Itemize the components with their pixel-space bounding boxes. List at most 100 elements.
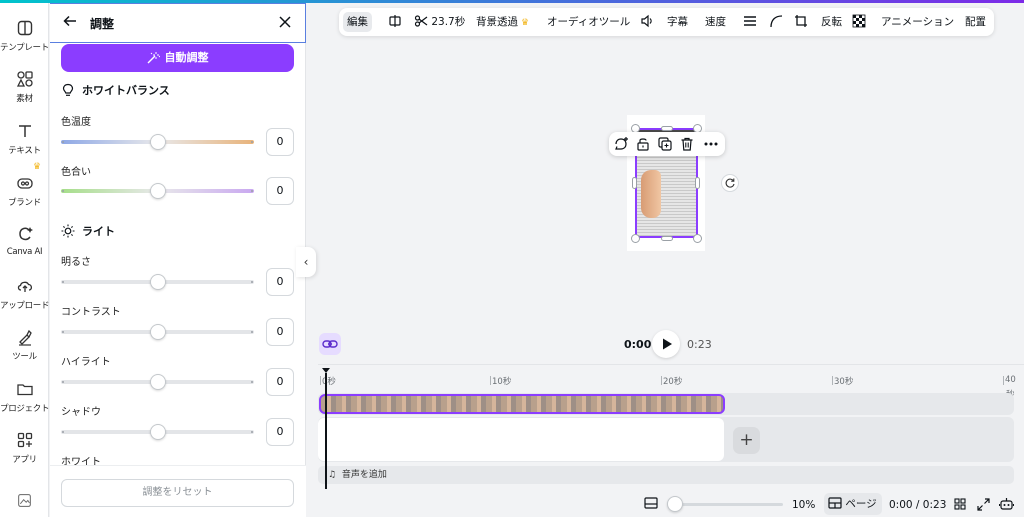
elements-icon (16, 71, 33, 87)
border-style-button[interactable] (743, 12, 757, 32)
white-balance-label: ホワイトバランス (82, 84, 170, 97)
resize-handle[interactable] (695, 177, 700, 189)
more-options-icon[interactable] (703, 136, 719, 152)
back-arrow-icon[interactable] (62, 13, 78, 29)
split-icon (389, 15, 401, 27)
ruler-tick (320, 376, 321, 385)
crop-button[interactable] (794, 12, 808, 32)
temperature-value[interactable]: 0 (266, 128, 294, 156)
resize-handle[interactable] (661, 126, 673, 131)
rail-label: アップロード (0, 301, 50, 311)
close-icon[interactable] (278, 15, 292, 29)
zoom-level: 10% (792, 499, 816, 511)
temperature-slider-knob[interactable] (149, 134, 166, 150)
resize-handle[interactable] (632, 177, 637, 189)
brightness-value[interactable]: 0 (266, 268, 294, 296)
rail-item-upload[interactable]: アップロード (0, 277, 50, 311)
plus-icon: + (739, 430, 754, 450)
resize-handle[interactable] (631, 234, 640, 243)
trash-icon[interactable] (679, 136, 695, 152)
image-icon (18, 494, 31, 507)
pages-icon (828, 497, 842, 509)
contrast-value[interactable]: 0 (266, 318, 294, 346)
rail-item-apps[interactable]: アプリ (0, 431, 49, 465)
add-audio-row[interactable]: ♫ 音声を追加 (318, 466, 1014, 484)
trim-button[interactable]: 23.7秒 (414, 12, 465, 32)
rail-item-elements[interactable]: 素材 (0, 70, 49, 104)
audio-tools-button[interactable]: オーディオツール (547, 12, 630, 32)
pages-label: ページ (845, 498, 877, 510)
crop-icon (795, 15, 807, 27)
captions-button[interactable]: 字幕 (667, 12, 688, 32)
tools-icon (18, 329, 32, 346)
transparency-icon (852, 14, 866, 28)
bulb-icon (62, 83, 74, 96)
rail-item-projects[interactable]: プロジェクト (0, 380, 50, 414)
rail-label: ブランド (8, 198, 41, 208)
rail-item-text[interactable]: テキスト (0, 122, 49, 156)
link-clips-button[interactable] (319, 333, 341, 355)
rail-label: Canva AI (6, 247, 43, 257)
position-button[interactable]: 配置 (965, 12, 986, 32)
grid-view-button[interactable] (954, 498, 966, 513)
corner-rounding-button[interactable] (769, 12, 783, 32)
duplicate-icon[interactable] (657, 136, 673, 152)
apps-icon (17, 432, 32, 448)
split-button[interactable] (388, 12, 402, 32)
transparency-button[interactable] (852, 12, 866, 32)
video-clip[interactable] (319, 394, 725, 414)
highlight-slider-knob[interactable] (149, 374, 166, 390)
tint-slider-knob[interactable] (149, 183, 166, 199)
rail-item-brand[interactable]: ブランド (0, 174, 49, 208)
edit-button[interactable]: 編集 (343, 12, 372, 32)
shadow-value[interactable]: 0 (266, 418, 294, 446)
rotate-handle[interactable] (721, 174, 739, 192)
text-icon (18, 125, 31, 137)
auto-adjust-button[interactable]: 自動調整 (61, 44, 294, 72)
highlight-value[interactable]: 0 (266, 368, 294, 396)
light-label: ライト (82, 225, 115, 238)
brightness-slider-knob[interactable] (149, 274, 166, 290)
shadow-slider-knob[interactable] (149, 424, 166, 440)
rail-label: ツール (12, 352, 37, 362)
flip-button[interactable]: 反転 (821, 12, 842, 32)
resize-handle[interactable] (661, 236, 673, 241)
bg-remove-button[interactable]: 背景透過 ♛ (476, 12, 529, 32)
zoom-slider-track[interactable] (671, 503, 783, 506)
panel-footer: 調整をリセット (50, 465, 306, 517)
comment-add-icon[interactable] (613, 136, 629, 152)
speed-button[interactable]: 速度 (705, 12, 726, 32)
rail-label: テキスト (8, 146, 41, 156)
contrast-slider-knob[interactable] (149, 324, 166, 340)
duration-label: 23.7秒 (431, 16, 466, 28)
collapse-panel-button[interactable]: ‹ (296, 247, 316, 277)
playhead[interactable] (325, 373, 327, 489)
add-audio-label: 音声を追加 (341, 470, 387, 480)
ruler-tick (490, 376, 491, 385)
playhead-marker[interactable] (322, 368, 330, 373)
timeline-view-button[interactable] (644, 497, 658, 512)
chevron-left-icon: ‹ (303, 255, 309, 269)
ruler-label: 30秒 (834, 377, 854, 387)
add-clip-button[interactable]: + (733, 427, 760, 454)
ruler-label: 40 (1005, 375, 1016, 385)
zoom-slider-knob[interactable] (667, 496, 683, 512)
slider-label: 明るさ (61, 257, 91, 268)
play-button[interactable] (652, 330, 680, 358)
volume-button[interactable] (640, 12, 654, 32)
rail-item-tools[interactable]: ツール (0, 328, 49, 362)
pages-button[interactable]: ページ (824, 493, 882, 515)
reset-adjustments-button[interactable]: 調整をリセット (61, 479, 294, 507)
rail-item-templates[interactable]: テンプレート (0, 19, 49, 53)
fullscreen-button[interactable] (977, 498, 990, 514)
tint-value[interactable]: 0 (266, 177, 294, 205)
assistant-button[interactable] (998, 497, 1015, 514)
time-readout: 0:00 / 0:23 (889, 499, 947, 511)
rail-item-image[interactable] (0, 493, 49, 508)
rail-item-canva-ai[interactable]: Canva AI (0, 225, 49, 257)
lock-icon[interactable] (635, 136, 651, 152)
animation-button[interactable]: アニメーション (881, 12, 954, 32)
resize-handle[interactable] (693, 234, 702, 243)
brand-crown-icon: ♛ (33, 162, 42, 172)
blank-clip-slot[interactable] (318, 418, 724, 461)
